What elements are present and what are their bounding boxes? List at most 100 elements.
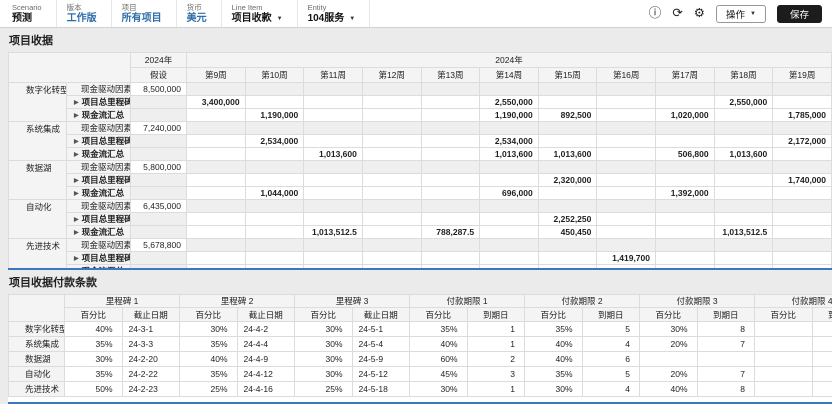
term-cell[interactable]: 35% (525, 367, 583, 382)
term-cell[interactable]: 30% (410, 382, 468, 397)
week-cell[interactable] (245, 200, 304, 213)
week-cell[interactable] (714, 83, 773, 96)
assumption-cell[interactable] (131, 174, 187, 187)
assumption-cell[interactable]: 5,800,000 (131, 161, 187, 174)
term-cell[interactable]: 30% (295, 322, 353, 337)
week-cell[interactable]: 1,419,700 (597, 252, 656, 265)
week-cell[interactable] (597, 135, 656, 148)
week-cell[interactable] (245, 122, 304, 135)
term-cell[interactable] (812, 337, 832, 352)
week-cell[interactable]: 2,534,000 (480, 135, 539, 148)
term-cell[interactable] (755, 322, 813, 337)
week-cell[interactable]: 892,500 (538, 109, 597, 122)
week-cell[interactable] (773, 122, 832, 135)
term-cell[interactable]: 40% (525, 352, 583, 367)
expand-icon[interactable]: ▶ (74, 152, 79, 158)
week-cell[interactable]: 1,013,600 (304, 148, 363, 161)
week-cell[interactable] (714, 213, 773, 226)
week-cell[interactable] (421, 239, 480, 252)
term-cell[interactable]: 35% (180, 337, 238, 352)
term-cell[interactable]: 35% (180, 367, 238, 382)
week-cell[interactable] (597, 122, 656, 135)
term-cell[interactable]: 30% (180, 322, 238, 337)
actions-button[interactable]: 操作 ▼ (716, 5, 766, 23)
term-cell[interactable]: 24-5-4 (352, 337, 410, 352)
week-cell[interactable]: 1,013,512.5 (714, 226, 773, 239)
term-cell[interactable] (755, 337, 813, 352)
assumption-cell[interactable] (131, 213, 187, 226)
term-cell[interactable]: 7 (697, 337, 755, 352)
week-cell[interactable] (245, 148, 304, 161)
term-cell[interactable]: 1 (467, 382, 525, 397)
week-cell[interactable]: 1,190,000 (480, 109, 539, 122)
week-cell[interactable] (714, 187, 773, 200)
save-button[interactable]: 保存 (777, 5, 822, 23)
week-cell[interactable]: 1,785,000 (773, 109, 832, 122)
week-cell[interactable] (656, 252, 715, 265)
week-cell[interactable] (480, 161, 539, 174)
week-cell[interactable] (714, 252, 773, 265)
term-cell[interactable]: 30% (640, 322, 698, 337)
term-cell[interactable]: 40% (410, 337, 468, 352)
week-cell[interactable]: 2,550,000 (480, 96, 539, 109)
expand-icon[interactable]: ▶ (74, 139, 79, 145)
week-cell[interactable] (656, 96, 715, 109)
week-cell[interactable] (304, 122, 363, 135)
week-cell[interactable] (362, 83, 421, 96)
filter-line-item[interactable]: Line Item项目收款▼ (222, 0, 298, 27)
week-cell[interactable] (245, 96, 304, 109)
assumption-cell[interactable] (131, 135, 187, 148)
week-cell[interactable]: 1,013,600 (538, 148, 597, 161)
week-cell[interactable] (421, 135, 480, 148)
term-cell[interactable]: 24-4-16 (237, 382, 295, 397)
week-cell[interactable] (480, 83, 539, 96)
term-cell[interactable]: 1 (467, 322, 525, 337)
week-cell[interactable]: 1,044,000 (245, 187, 304, 200)
assumption-cell[interactable] (131, 187, 187, 200)
week-cell[interactable] (304, 187, 363, 200)
term-cell[interactable]: 24-4-9 (237, 352, 295, 367)
assumption-cell[interactable] (131, 96, 187, 109)
week-cell[interactable] (362, 109, 421, 122)
term-cell[interactable]: 8 (697, 322, 755, 337)
term-cell[interactable]: 24-5-12 (352, 367, 410, 382)
week-cell[interactable] (480, 239, 539, 252)
week-cell[interactable] (714, 122, 773, 135)
term-cell[interactable]: 60% (410, 352, 468, 367)
week-cell[interactable] (538, 135, 597, 148)
term-cell[interactable]: 35% (525, 322, 583, 337)
term-cell[interactable]: 40% (180, 352, 238, 367)
week-cell[interactable] (304, 239, 363, 252)
term-cell[interactable]: 40% (525, 337, 583, 352)
week-cell[interactable] (362, 135, 421, 148)
week-cell[interactable] (421, 83, 480, 96)
week-cell[interactable] (597, 174, 656, 187)
week-cell[interactable] (304, 109, 363, 122)
week-cell[interactable] (362, 122, 421, 135)
week-cell[interactable] (597, 96, 656, 109)
term-cell[interactable] (640, 352, 698, 367)
week-cell[interactable] (656, 226, 715, 239)
assumption-cell[interactable]: 7,240,000 (131, 122, 187, 135)
week-cell[interactable] (597, 213, 656, 226)
week-cell[interactable] (362, 239, 421, 252)
term-cell[interactable]: 24-4-4 (237, 337, 295, 352)
week-cell[interactable] (714, 135, 773, 148)
week-cell[interactable] (421, 96, 480, 109)
term-cell[interactable]: 24-2-20 (122, 352, 180, 367)
week-cell[interactable] (597, 161, 656, 174)
term-cell[interactable]: 25% (180, 382, 238, 397)
expand-icon[interactable]: ▶ (74, 230, 79, 236)
term-cell[interactable] (812, 322, 832, 337)
term-cell[interactable] (812, 367, 832, 382)
expand-icon[interactable]: ▶ (74, 113, 79, 119)
week-cell[interactable] (187, 109, 246, 122)
week-cell[interactable] (597, 187, 656, 200)
week-cell[interactable] (773, 161, 832, 174)
term-cell[interactable]: 24-4-2 (237, 322, 295, 337)
week-cell[interactable] (304, 161, 363, 174)
week-cell[interactable] (304, 174, 363, 187)
week-cell[interactable] (362, 161, 421, 174)
filter-currency[interactable]: 货币美元 (177, 0, 222, 27)
week-cell[interactable]: 1,020,000 (656, 109, 715, 122)
